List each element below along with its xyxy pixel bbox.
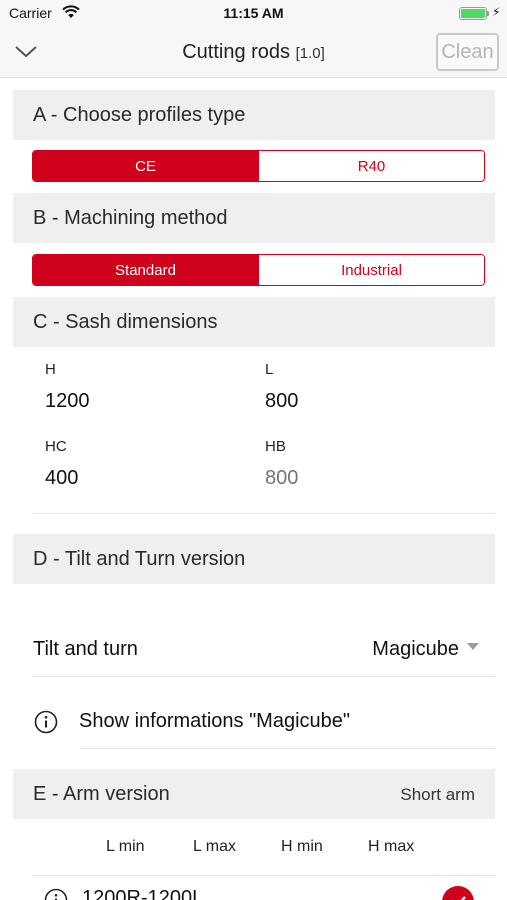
arm-result-row[interactable]: 1200R-1200L (32, 876, 495, 900)
divider (80, 748, 495, 749)
column-h-min: H min (281, 838, 323, 855)
page-title-text: Cutting rods (182, 41, 291, 63)
column-l-max: L max (193, 838, 236, 855)
status-time: 11:15 AM (223, 5, 284, 21)
bolt-icon: ⚡ (492, 5, 501, 19)
section-d-header: D - Tilt and Turn version (13, 534, 495, 584)
h-label: H (45, 361, 56, 378)
show-informations-label: Show informations "Magicube" (79, 710, 350, 732)
hb-label: HB (265, 438, 286, 455)
section-b-title: B - Machining method (33, 207, 228, 229)
section-a-header: A - Choose profiles type (13, 90, 495, 140)
segment-r40[interactable]: R40 (258, 151, 484, 181)
nav-bar: Cutting rods [1.0] Clean (0, 26, 507, 78)
section-b-header: B - Machining method (13, 193, 495, 243)
show-informations-row[interactable]: Show informations "Magicube" (32, 698, 495, 748)
checkmark-icon[interactable] (442, 886, 474, 900)
hc-label: HC (45, 438, 67, 455)
page-title: Cutting rods [1.0] (0, 41, 507, 64)
section-d-title: D - Tilt and Turn version (33, 548, 246, 570)
machining-method-segmented-control: Standard Industrial (32, 254, 485, 286)
clean-button[interactable]: Clean (436, 33, 499, 71)
section-c-header: C - Sash dimensions (13, 297, 495, 347)
h-input[interactable] (45, 390, 225, 413)
version-label: [1.0] (295, 45, 325, 62)
segment-industrial[interactable]: Industrial (258, 255, 484, 285)
divider (32, 513, 495, 514)
l-label: L (265, 361, 274, 378)
battery-icon (459, 7, 487, 20)
section-c-title: C - Sash dimensions (33, 311, 218, 333)
column-h-max: H max (368, 838, 415, 855)
battery-cap (487, 11, 489, 16)
column-l-min: L min (106, 838, 145, 855)
arm-result-text: 1200R-1200L (82, 887, 204, 900)
status-bar: Carrier 11:15 AM ⚡ (0, 0, 507, 26)
hb-input[interactable] (265, 467, 445, 490)
arm-version-value: Short arm (400, 785, 475, 804)
info-icon (34, 710, 58, 739)
tilt-and-turn-value: Magicube (372, 638, 459, 660)
tilt-and-turn-picker[interactable]: Magicube (372, 638, 479, 661)
l-input[interactable] (265, 390, 445, 413)
info-icon[interactable] (44, 888, 68, 900)
tilt-and-turn-label: Tilt and turn (33, 638, 138, 660)
hc-input[interactable] (45, 467, 225, 490)
divider (32, 676, 495, 677)
segment-ce[interactable]: CE (33, 151, 258, 181)
segment-standard[interactable]: Standard (33, 255, 258, 285)
section-a-title: A - Choose profiles type (33, 104, 246, 126)
profile-type-segmented-control: CE R40 (32, 150, 485, 182)
section-e-header: E - Arm version Short arm (13, 769, 495, 819)
caret-down-icon (467, 643, 479, 650)
section-e-title: E - Arm version (33, 783, 170, 805)
